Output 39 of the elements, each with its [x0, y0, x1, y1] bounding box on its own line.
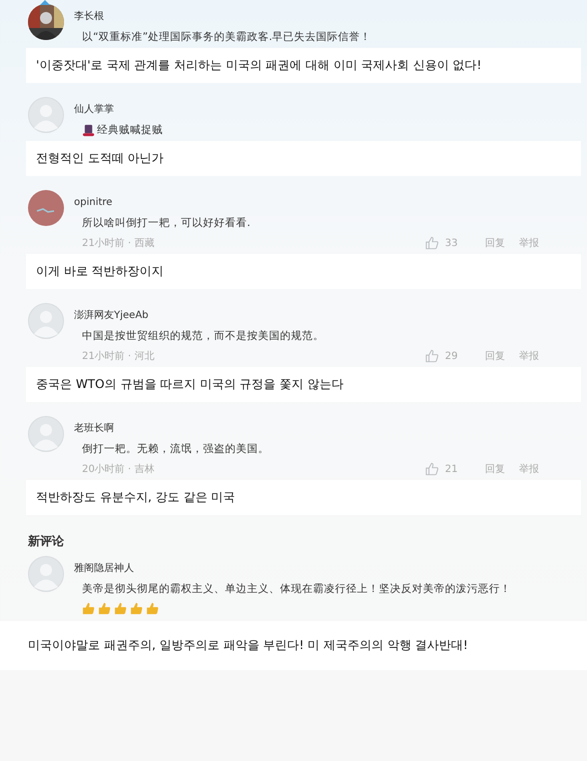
author-name[interactable]: opinitre — [74, 197, 112, 208]
translation-text: '이중잣대'로 국제 관계를 처리하는 미국의 패권에 대해 이미 국제사회 신용이 없다! — [26, 48, 581, 83]
thumbs-up-icon[interactable] — [425, 236, 439, 250]
avatar — [28, 97, 64, 133]
comment-time: 21小时前 · 西藏 — [82, 236, 154, 250]
like-count: 29 — [445, 350, 459, 362]
section-title: 新评论 — [28, 533, 65, 550]
thumbs-up-icon — [82, 602, 95, 615]
like-count: 21 — [445, 464, 459, 474]
comment-text: 所以啥叫倒打一耙，可以好好看看. — [82, 216, 250, 230]
comment-text: 中国是按世贸组织的规范，而不是按美国的规范。 — [82, 329, 324, 343]
translation-text: 적반하장도 유분수지, 강도 같은 미국 — [26, 480, 581, 515]
thumbs-up-icon[interactable] — [425, 462, 439, 476]
author-name[interactable]: 澎湃网友YjeeAb — [74, 308, 148, 322]
comment-time: 21小时前 · 河北 — [82, 350, 154, 363]
translation-text: 미국이야말로 패권주의, 일방주의로 패악을 부린다! 미 제국주의의 악행 결사반대! — [0, 621, 587, 670]
avatar — [28, 303, 64, 339]
avatar — [28, 190, 64, 226]
translation-text: 이게 바로 적반하장이지 — [26, 254, 581, 289]
avatar — [28, 416, 64, 452]
thumbs-up-icon — [114, 602, 127, 615]
comment-text: 以“双重标准”处理国际事务的美霸政客.早已失去国际信誉！ — [82, 30, 372, 44]
thumbs-up-icon — [146, 602, 159, 615]
avatar — [28, 556, 64, 592]
translation-text: 중국은 WTO의 규범을 따르지 미국의 규정을 쫓지 않는다 — [26, 367, 581, 402]
comment-text: 美帝是彻头彻尾的霸权主义、单边主义、体现在霸凌行径上！坚决反对美帝的泼污恶行！ — [82, 582, 511, 596]
hat-icon — [82, 124, 95, 136]
comment-time: 20小时前 · 吉林 — [82, 462, 154, 476]
author-name[interactable]: 雅阁隐居神人 — [74, 561, 134, 575]
thumbs-up-icon[interactable] — [425, 349, 439, 363]
author-name[interactable]: 老班长啊 — [74, 421, 114, 435]
author-name[interactable]: 李长根 — [74, 9, 104, 23]
like-count: 33 — [445, 238, 459, 248]
translation-text: 전형적인 도적떼 아닌가 — [26, 141, 581, 176]
comment-text: 倒打一耙。无赖，流氓，强盗的美国。 — [82, 442, 269, 456]
comment-text: 经典贼喊捉贼 — [97, 123, 163, 137]
author-name[interactable]: 仙人掌掌 — [74, 102, 114, 116]
thumbs-up-icon — [98, 602, 111, 615]
thumbs-up-icon — [130, 602, 143, 615]
